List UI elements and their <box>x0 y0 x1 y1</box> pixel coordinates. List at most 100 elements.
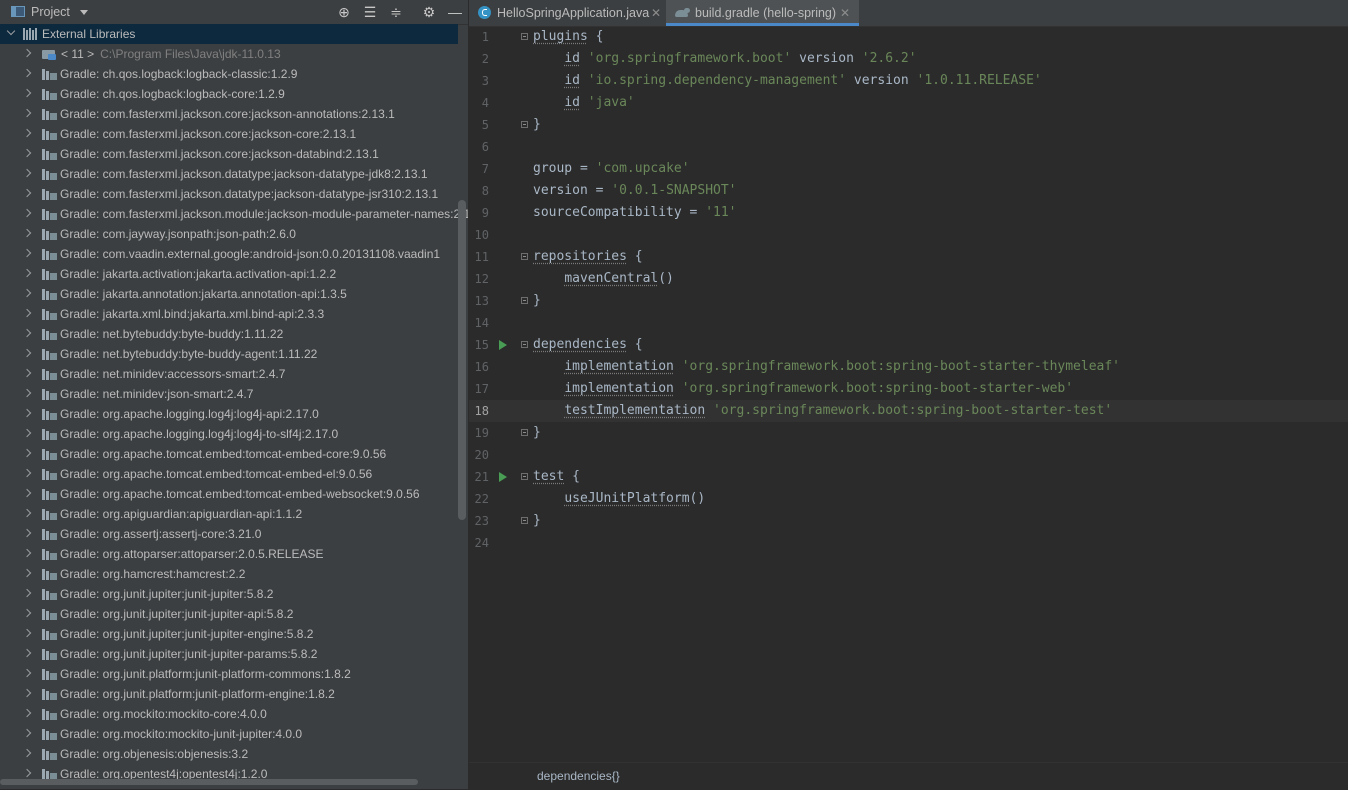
close-icon[interactable]: ✕ <box>651 0 661 26</box>
tree-node-library[interactable]: Gradle: org.junit.jupiter:junit-jupiter-… <box>0 644 458 664</box>
tree-node-library[interactable]: Gradle: org.junit.jupiter:junit-jupiter-… <box>0 604 458 624</box>
tree-node-library[interactable]: Gradle: jakarta.annotation:jakarta.annot… <box>0 284 458 304</box>
chevron-right-icon[interactable] <box>22 128 32 138</box>
chevron-right-icon[interactable] <box>22 448 32 458</box>
tree-node-library[interactable]: Gradle: net.bytebuddy:byte-buddy:1.11.22 <box>0 324 458 344</box>
code-line[interactable]: 21 test { <box>469 466 1348 488</box>
minimize-icon[interactable]: — <box>447 4 463 20</box>
tree-node-library[interactable]: Gradle: net.bytebuddy:byte-buddy-agent:1… <box>0 344 458 364</box>
chevron-right-icon[interactable] <box>22 368 32 378</box>
tree-node-library[interactable]: Gradle: ch.qos.logback:logback-core:1.2.… <box>0 84 458 104</box>
code-line[interactable]: 18 testImplementation 'org.springframewo… <box>469 400 1348 422</box>
breadcrumb-item[interactable]: dependencies{} <box>537 769 620 783</box>
tree-node-library[interactable]: Gradle: org.junit.platform:junit-platfor… <box>0 664 458 684</box>
chevron-right-icon[interactable] <box>22 148 32 158</box>
chevron-right-icon[interactable] <box>22 628 32 638</box>
chevron-right-icon[interactable] <box>22 388 32 398</box>
chevron-right-icon[interactable] <box>22 408 32 418</box>
code-line[interactable]: 14 <box>469 312 1348 334</box>
tree-node-jdk[interactable]: < 11 > C:\Program Files\Java\jdk-11.0.13 <box>0 44 458 64</box>
code-line[interactable]: 1 plugins { <box>469 26 1348 48</box>
chevron-right-icon[interactable] <box>22 728 32 738</box>
tree-node-library[interactable]: Gradle: com.fasterxml.jackson.datatype:j… <box>0 184 458 204</box>
code-line[interactable]: 23} <box>469 510 1348 532</box>
code-line[interactable]: 15 dependencies { <box>469 334 1348 356</box>
run-gutter-icon[interactable] <box>499 472 507 482</box>
tree-node-library[interactable]: Gradle: com.jayway.jsonpath:json-path:2.… <box>0 224 458 244</box>
tree-node-library[interactable]: Gradle: com.fasterxml.jackson.datatype:j… <box>0 164 458 184</box>
chevron-right-icon[interactable] <box>22 748 32 758</box>
fold-marker-icon[interactable] <box>521 429 528 436</box>
code-line[interactable]: 4 id 'java' <box>469 92 1348 114</box>
fold-marker-icon[interactable] <box>521 517 528 524</box>
chevron-right-icon[interactable] <box>22 88 32 98</box>
tree-node-library[interactable]: Gradle: ch.qos.logback:logback-classic:1… <box>0 64 458 84</box>
code-line[interactable]: 3 id 'io.spring.dependency-management' v… <box>469 70 1348 92</box>
fold-marker-icon[interactable] <box>521 473 528 480</box>
chevron-right-icon[interactable] <box>22 648 32 658</box>
chevron-right-icon[interactable] <box>22 428 32 438</box>
code-line[interactable]: 22 useJUnitPlatform() <box>469 488 1348 510</box>
tree-node-external-libraries[interactable]: External Libraries <box>0 24 458 44</box>
tree-node-library[interactable]: Gradle: org.junit.jupiter:junit-jupiter:… <box>0 584 458 604</box>
tree-node-library[interactable]: Gradle: org.junit.platform:junit-platfor… <box>0 684 458 704</box>
chevron-right-icon[interactable] <box>22 588 32 598</box>
chevron-right-icon[interactable] <box>22 608 32 618</box>
project-tree[interactable]: External Libraries < 11 > C:\Program Files… <box>0 24 468 781</box>
code-line[interactable]: 12 mavenCentral() <box>469 268 1348 290</box>
chevron-right-icon[interactable] <box>22 508 32 518</box>
close-icon[interactable]: ✕ <box>840 0 850 26</box>
chevron-right-icon[interactable] <box>22 348 32 358</box>
code-line[interactable]: 20 <box>469 444 1348 466</box>
tree-node-library[interactable]: Gradle: org.apache.logging.log4j:log4j-t… <box>0 424 458 444</box>
tree-node-library[interactable]: Gradle: jakarta.activation:jakarta.activ… <box>0 264 458 284</box>
code-line[interactable]: 10 <box>469 224 1348 246</box>
tree-node-library[interactable]: Gradle: org.apiguardian:apiguardian-api:… <box>0 504 458 524</box>
chevron-right-icon[interactable] <box>22 668 32 678</box>
tree-node-library[interactable]: Gradle: org.apache.tomcat.embed:tomcat-e… <box>0 444 458 464</box>
tree-node-library[interactable]: Gradle: org.attoparser:attoparser:2.0.5.… <box>0 544 458 564</box>
fold-marker-icon[interactable] <box>521 297 528 304</box>
vertical-scrollbar[interactable] <box>458 200 466 520</box>
chevron-down-icon[interactable] <box>80 10 88 15</box>
tree-node-library[interactable]: Gradle: org.apache.tomcat.embed:tomcat-e… <box>0 484 458 504</box>
tree-node-library[interactable]: Gradle: com.fasterxml.jackson.core:jacks… <box>0 144 458 164</box>
code-editor[interactable]: 1 plugins {2 id 'org.springframework.boot… <box>469 26 1348 762</box>
code-line[interactable]: 16 implementation 'org.springframework.b… <box>469 356 1348 378</box>
chevron-right-icon[interactable] <box>22 168 32 178</box>
tree-node-library[interactable]: Gradle: com.fasterxml.jackson.core:jacks… <box>0 124 458 144</box>
code-line[interactable]: 24 <box>469 532 1348 554</box>
tree-node-library[interactable]: Gradle: org.hamcrest:hamcrest:2.2 <box>0 564 458 584</box>
chevron-right-icon[interactable] <box>22 228 32 238</box>
code-line[interactable]: 7 group = 'com.upcake' <box>469 158 1348 180</box>
fold-marker-icon[interactable] <box>521 253 528 260</box>
chevron-right-icon[interactable] <box>22 548 32 558</box>
chevron-right-icon[interactable] <box>22 308 32 318</box>
chevron-right-icon[interactable] <box>22 248 32 258</box>
chevron-right-icon[interactable] <box>22 328 32 338</box>
fold-marker-icon[interactable] <box>521 33 528 40</box>
expand-all-icon[interactable]: ☰ <box>362 4 378 20</box>
chevron-right-icon[interactable] <box>22 688 32 698</box>
chevron-right-icon[interactable] <box>22 188 32 198</box>
chevron-right-icon[interactable] <box>22 768 32 778</box>
tree-node-library[interactable]: Gradle: jakarta.xml.bind:jakarta.xml.bin… <box>0 304 458 324</box>
code-line[interactable]: 11 repositories { <box>469 246 1348 268</box>
chevron-right-icon[interactable] <box>22 468 32 478</box>
tree-node-library[interactable]: Gradle: org.mockito:mockito-core:4.0.0 <box>0 704 458 724</box>
fold-marker-icon[interactable] <box>521 121 528 128</box>
chevron-right-icon[interactable] <box>22 708 32 718</box>
chevron-right-icon[interactable] <box>22 528 32 538</box>
tab-hello-spring-application[interactable]: HelloSpringApplication.java ✕ <box>469 0 665 26</box>
run-gutter-icon[interactable] <box>499 340 507 350</box>
chevron-right-icon[interactable] <box>22 488 32 498</box>
chevron-right-icon[interactable] <box>22 208 32 218</box>
chevron-right-icon[interactable] <box>22 48 32 58</box>
tree-node-library[interactable]: Gradle: org.apache.tomcat.embed:tomcat-e… <box>0 464 458 484</box>
tree-node-library[interactable]: Gradle: net.minidev:json-smart:2.4.7 <box>0 384 458 404</box>
code-line[interactable]: 5} <box>469 114 1348 136</box>
gear-icon[interactable]: ⚙ <box>421 4 437 20</box>
locate-icon[interactable]: ⊕ <box>336 4 352 20</box>
tree-node-library[interactable]: Gradle: org.junit.jupiter:junit-jupiter-… <box>0 624 458 644</box>
tree-node-library[interactable]: Gradle: com.fasterxml.jackson.module:jac… <box>0 204 468 224</box>
